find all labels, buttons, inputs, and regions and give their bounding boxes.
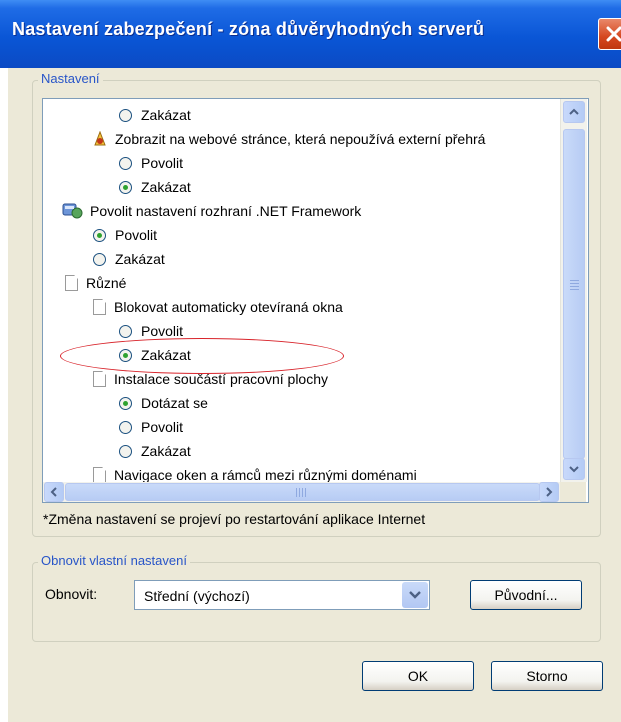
document-icon [93,299,106,315]
radio-button-icon [119,324,132,338]
setting-category[interactable]: Povolit nastavení rozhraní .NET Framewor… [62,199,361,223]
scroll-up-button[interactable] [563,101,585,123]
radio-button-icon [119,420,132,434]
scroll-corner [560,482,586,502]
scroll-right-button[interactable] [539,482,559,502]
radio-option[interactable]: Zakázat [119,175,191,199]
option-label: Zakázat [141,179,191,195]
settings-group-legend: Nastavení [38,71,103,86]
close-button[interactable] [598,18,621,50]
option-label: Povolit [141,323,184,339]
radio-button-icon [119,396,132,410]
radio-option[interactable]: Zakázat [119,439,191,463]
radio-option[interactable]: Povolit [119,151,183,175]
reset-label: Obnovit: [45,586,98,602]
vertical-scrollbar[interactable] [560,99,587,482]
option-label: Povolit [115,227,158,243]
chevron-left-icon [50,487,57,497]
setting-category[interactable]: Zobrazit na webové stránce, která nepouž… [93,127,485,151]
radio-option[interactable]: Povolit [119,415,183,439]
radio-option[interactable]: Zakázat [93,247,165,271]
option-label: Zakázat [115,251,165,267]
restart-note: *Změna nastavení se projeví po restartov… [43,511,426,527]
security-settings-dialog: Nastavení zabezpečení - zóna důvěryhodný… [0,0,621,722]
horizontal-scrollbar[interactable] [43,482,560,502]
option-label: Zobrazit na webové stránce, která nepouž… [115,131,486,147]
option-label: Různé [86,275,127,291]
dropdown-button[interactable] [402,582,428,608]
option-label: Zakázat [141,443,191,459]
net-framework-icon [62,203,83,219]
ok-button[interactable]: OK [362,661,474,691]
radio-button-icon [119,180,132,194]
highlight-ellipse [60,338,344,374]
option-label: Povolit [141,419,184,435]
option-label: Blokovat automaticky otevíraná okna [114,299,343,315]
chevron-down-icon [409,591,421,599]
option-label: Dotázat se [141,395,208,411]
reset-group-legend: Obnovit vlastní nastavení [38,553,190,568]
option-label: Navigace oken a rámců mezi různými domén… [114,467,417,483]
chevron-down-icon [569,466,579,473]
document-icon [65,275,78,291]
settings-tree[interactable]: Zakázat Zobrazit na webové stránce, která… [42,98,589,503]
vertical-scroll-thumb[interactable] [563,129,585,459]
radio-option[interactable]: Dotázat se [119,391,208,415]
scroll-down-button[interactable] [563,458,585,480]
reset-level-value: Střední (výchozí) [144,588,250,604]
scroll-grip [570,280,579,292]
document-icon [93,467,106,483]
title-bar: Nastavení zabezpečení - zóna důvěryhodný… [0,0,621,68]
radio-button-icon [119,156,132,170]
setting-category[interactable]: Různé [65,271,126,295]
radio-button-icon [119,444,132,458]
reset-level-select[interactable]: Střední (výchozí) [134,580,430,610]
radio-button-icon [119,108,132,122]
radio-button-icon [93,252,106,266]
document-icon [93,371,106,387]
reset-button[interactable]: Původní... [470,580,582,610]
setting-category[interactable]: Blokovat automaticky otevíraná okna [93,295,343,319]
close-icon [606,26,621,42]
option-label: Povolit nastavení rozhraní .NET Framewor… [90,203,362,219]
chevron-right-icon [546,487,553,497]
cancel-button[interactable]: Storno [491,661,603,691]
media-icon [94,131,106,146]
window-title: Nastavení zabezpečení - zóna důvěryhodný… [12,19,485,39]
chevron-up-icon [569,108,579,115]
radio-option[interactable]: Povolit [93,223,157,247]
radio-option[interactable]: Zakázat [119,103,191,127]
horizontal-scroll-thumb[interactable] [65,483,540,501]
option-label: Povolit [141,155,184,171]
scroll-left-button[interactable] [44,482,64,502]
scroll-grip [296,488,308,497]
option-label: Zakázat [141,107,191,123]
radio-button-icon [93,228,106,242]
